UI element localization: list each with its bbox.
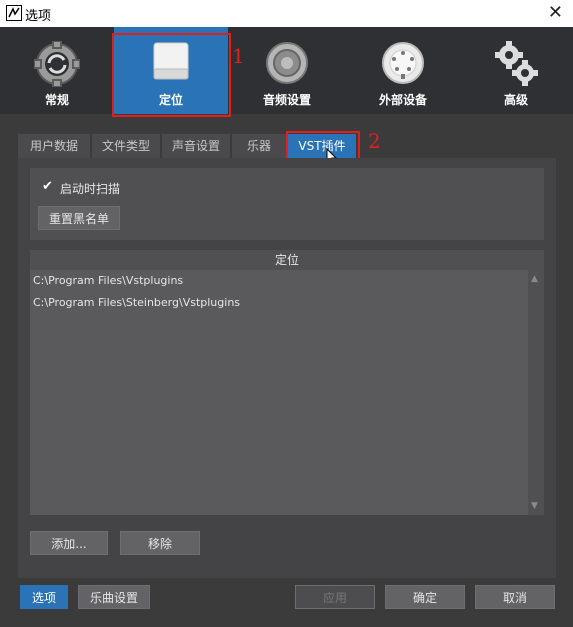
tab-file-types[interactable]: 文件类型 [92, 134, 160, 158]
category-external-devices[interactable]: 外部设备 [346, 27, 460, 114]
category-audio[interactable]: 音频设置 [230, 27, 344, 114]
scan-on-startup-label: 启动时扫描 [60, 182, 121, 196]
locations-header: 定位 [274, 253, 299, 267]
remove-location-button[interactable]: 移除 [120, 531, 200, 555]
locations-scrollbar[interactable]: ▲ ▼ [528, 270, 544, 515]
locations-list[interactable]: C:\Program Files\Vstplugins C:\Program F… [30, 270, 528, 515]
tab-user-data[interactable]: 用户数据 [18, 134, 90, 158]
category-advanced[interactable]: 高级 [459, 27, 573, 114]
gears-icon [495, 41, 538, 86]
list-item[interactable]: C:\Program Files\Vstplugins [33, 274, 183, 287]
apply-button[interactable]: 应用 [295, 585, 375, 609]
app-icon [6, 5, 22, 21]
annotation-number: 2 [368, 129, 381, 153]
category-toolbar: 常规 定位 音频设置 外部设备 高级 [0, 27, 573, 114]
song-settings-button[interactable]: 乐曲设置 [78, 585, 150, 609]
speaker-icon [266, 42, 308, 84]
title-bar: 选项 ✕ [0, 0, 573, 27]
tab-instrument-library[interactable]: 乐器库 [232, 134, 286, 177]
window-title: 选项 [25, 9, 52, 24]
annotation-highlight-box [112, 33, 231, 117]
category-label: 常规 [44, 93, 69, 107]
category-label: 音频设置 [262, 93, 311, 107]
options-window: 选项 ✕ 常规 定位 音频设置 外部设备 高级 1 用户数据 文件类型 声音设置… [0, 0, 573, 627]
footer-options-button[interactable]: 选项 [20, 585, 68, 609]
category-label: 外部设备 [378, 93, 427, 107]
scroll-down-icon[interactable]: ▼ [531, 501, 538, 511]
scan-group: ✔ 启动时扫描 重置黑名单 [30, 168, 544, 240]
cancel-button[interactable]: 取消 [475, 585, 555, 609]
vst-plugins-panel: ✔ 启动时扫描 重置黑名单 定位 C:\Program Files\Vstplu… [18, 158, 556, 578]
annotation-number: 1 [232, 44, 245, 68]
list-item[interactable]: C:\Program Files\Steinberg\Vstplugins [33, 296, 240, 309]
close-icon[interactable]: ✕ [548, 2, 563, 23]
category-label: 高级 [503, 93, 528, 107]
reset-blacklist-button[interactable]: 重置黑名单 [38, 206, 120, 230]
scroll-up-icon[interactable]: ▲ [531, 274, 538, 284]
plug-icon [382, 42, 424, 84]
cycle-icon [34, 41, 80, 87]
locations-group: 定位 C:\Program Files\Vstplugins C:\Progra… [30, 250, 544, 515]
add-location-button[interactable]: 添加... [30, 531, 108, 555]
tab-sound-settings[interactable]: 声音设置 [162, 134, 230, 158]
ok-button[interactable]: 确定 [385, 585, 465, 609]
category-general[interactable]: 常规 [0, 27, 114, 114]
scan-on-startup-checkbox[interactable]: ✔ [42, 180, 54, 193]
